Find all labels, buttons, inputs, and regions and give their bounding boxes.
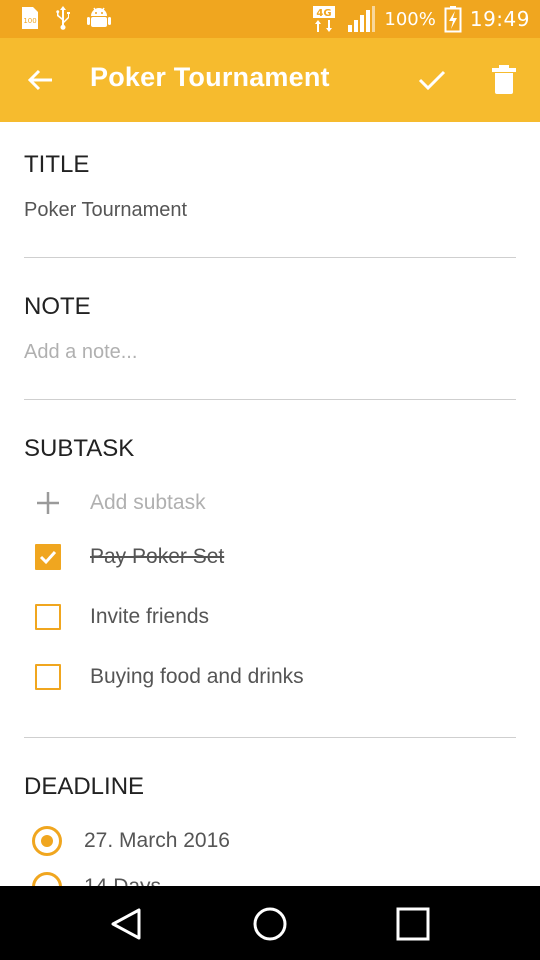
subtask-checkbox[interactable] [35, 544, 61, 570]
signal-type-text: 4G [317, 8, 332, 19]
add-subtask-button[interactable] [24, 483, 72, 523]
app-bar: Poker Tournament [0, 38, 540, 122]
circle-home-icon [253, 907, 287, 941]
subtask-text[interactable]: Pay Poker Set [90, 545, 224, 569]
deadline-option-text: 27. March 2016 [84, 829, 230, 852]
page-title: Poker Tournament [90, 62, 330, 92]
add-subtask-row[interactable]: Add subtask [24, 483, 516, 523]
square-recents-icon [396, 907, 430, 941]
svg-text:100: 100 [23, 17, 36, 25]
subtask-checkbox[interactable] [35, 664, 61, 690]
subtask-item: Invite friends [24, 597, 516, 637]
status-time: 19:49 [469, 7, 530, 31]
trash-icon [492, 65, 516, 94]
delete-button[interactable] [490, 62, 518, 98]
usb-icon [56, 6, 70, 30]
note-divider [24, 399, 516, 400]
subtask-label: SUBTASK [24, 435, 135, 462]
title-label: TITLE [24, 151, 90, 178]
subtask-checkbox-wrap [24, 657, 72, 697]
android-debug-icon [87, 7, 111, 27]
nav-recents-button[interactable] [393, 904, 433, 944]
checkmark-icon [39, 550, 57, 565]
subtask-text[interactable]: Invite friends [90, 605, 209, 629]
title-input[interactable]: Poker Tournament [24, 199, 187, 222]
subtask-item: Pay Poker Set [24, 537, 516, 577]
nav-home-button[interactable] [250, 904, 290, 944]
task-form: TITLE Poker Tournament NOTE Add a note..… [0, 122, 540, 886]
status-right: 4G 100% 19:49 [312, 0, 530, 38]
battery-charging-icon [444, 6, 462, 33]
nav-back-button[interactable] [107, 904, 147, 944]
title-divider [24, 257, 516, 258]
status-left-icons: 100 [18, 5, 112, 31]
triangle-back-icon [111, 908, 141, 940]
subtask-divider [24, 737, 516, 738]
arrow-back-icon [27, 69, 52, 91]
network-4g-icon: 4G [313, 6, 336, 32]
deadline-radio[interactable] [32, 872, 62, 886]
deadline-option[interactable]: 14 Days [24, 867, 161, 886]
deadline-label: DEADLINE [24, 773, 145, 800]
add-subtask-input[interactable]: Add subtask [90, 491, 206, 515]
save-button[interactable] [414, 62, 450, 98]
signal-bars-icon [348, 6, 376, 32]
subtask-text[interactable]: Buying food and drinks [90, 665, 304, 689]
note-input[interactable]: Add a note... [24, 341, 137, 364]
check-icon [418, 70, 446, 91]
plus-icon [37, 492, 59, 514]
battery-percent: 100% [384, 8, 436, 30]
subtask-checkbox-wrap [24, 597, 72, 637]
status-bar: 100 4G 100% 19:49 [0, 0, 540, 38]
subtask-checkbox-wrap [24, 537, 72, 577]
back-button[interactable] [22, 62, 62, 98]
deadline-option[interactable]: 27. March 2016 [24, 821, 230, 861]
navigation-bar [0, 886, 540, 960]
subtask-item: Buying food and drinks [24, 657, 516, 697]
note-label: NOTE [24, 293, 91, 320]
deadline-radio[interactable] [32, 826, 62, 856]
sim-100-icon: 100 [22, 7, 38, 29]
deadline-option-text: 14 Days [84, 875, 161, 886]
subtask-checkbox[interactable] [35, 604, 61, 630]
